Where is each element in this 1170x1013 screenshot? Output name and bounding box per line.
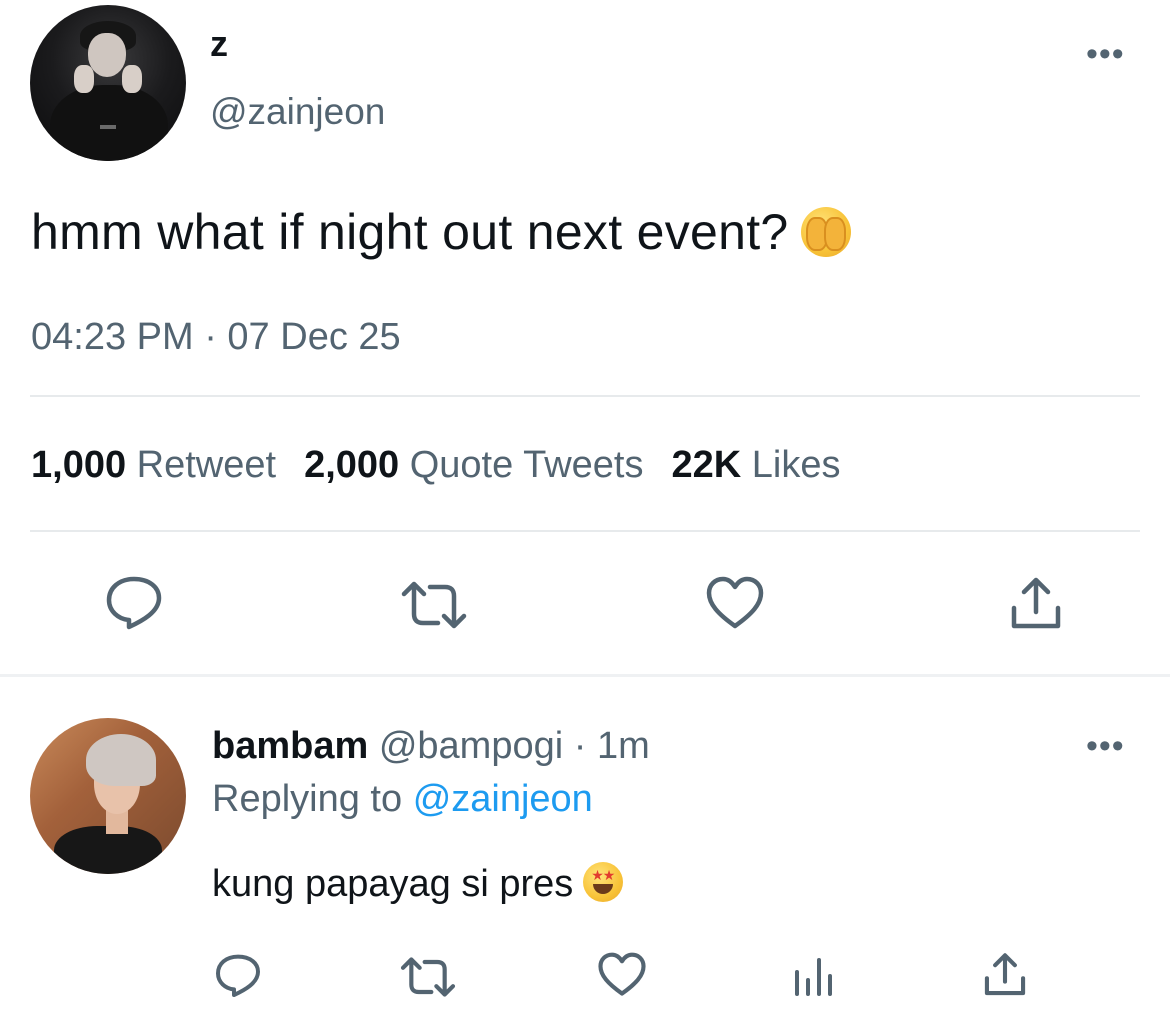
- reply-more-options-icon[interactable]: •••: [1086, 729, 1125, 763]
- quotes-stat[interactable]: 2,000 Quote Tweets: [304, 444, 643, 486]
- reply-display-name[interactable]: bambam: [212, 725, 368, 767]
- author-display-name[interactable]: z: [210, 24, 228, 64]
- reply-author-avatar[interactable]: [30, 718, 186, 874]
- author-avatar[interactable]: [30, 5, 186, 161]
- reply-reply-icon[interactable]: [214, 952, 262, 998]
- reply-retweet-icon[interactable]: [398, 956, 458, 998]
- tweet-stats: 1,000 Retweet 2,000 Quote Tweets 22K Likes: [31, 443, 841, 487]
- replying-prefix: Replying to: [212, 778, 403, 820]
- retweet-icon[interactable]: [398, 580, 470, 630]
- replying-to-link[interactable]: @zainjeon: [413, 778, 593, 820]
- tweet-timestamp[interactable]: 04:23 PM · 07 Dec 25: [31, 315, 401, 359]
- section-divider: [0, 674, 1170, 677]
- divider: [30, 530, 1140, 532]
- reply-share-icon[interactable]: [982, 952, 1028, 998]
- tweet-text-content: hmm what if night out next event?: [31, 204, 789, 260]
- tweet-detail-page: z @zainjeon ••• hmm what if night out ne…: [0, 0, 1170, 1013]
- reply-text: kung papayag si pres: [212, 862, 624, 906]
- divider: [30, 395, 1140, 397]
- author-handle[interactable]: @zainjeon: [210, 90, 385, 134]
- analytics-icon[interactable]: [792, 954, 834, 998]
- reply-icon[interactable]: [104, 574, 164, 630]
- retweets-stat[interactable]: 1,000 Retweet: [31, 444, 276, 486]
- reply-time[interactable]: · 1m: [574, 725, 650, 767]
- see-no-evil-peek-emoji-icon: [800, 207, 851, 257]
- reply-header: bambam @bampogi · 1m: [212, 724, 650, 768]
- like-icon[interactable]: [706, 576, 764, 630]
- reply-handle[interactable]: @bampogi: [379, 725, 563, 767]
- replying-to: Replying to @zainjeon: [212, 777, 593, 821]
- tweet-text: hmm what if night out next event?: [31, 204, 851, 260]
- likes-stat[interactable]: 22K Likes: [672, 444, 841, 486]
- more-options-icon[interactable]: •••: [1086, 37, 1125, 71]
- reply-text-content: kung papayag si pres: [212, 863, 574, 905]
- star-struck-emoji-icon: [583, 862, 624, 902]
- reply-like-icon[interactable]: [598, 952, 646, 997]
- share-icon[interactable]: [1008, 576, 1064, 632]
